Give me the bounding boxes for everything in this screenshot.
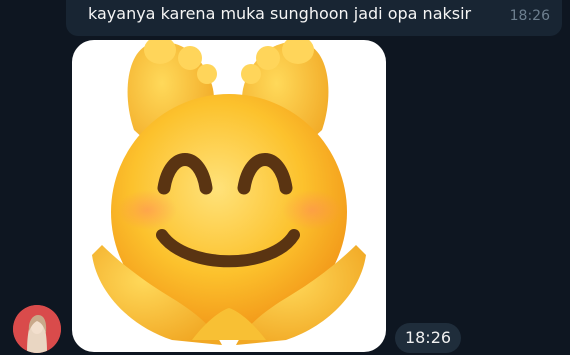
message-text: kayanya karena muka sunghoon jadi opa na… bbox=[88, 4, 472, 23]
sticker-message[interactable] bbox=[72, 40, 386, 352]
sender-avatar[interactable] bbox=[13, 305, 61, 353]
sticker-time: 18:26 bbox=[395, 323, 461, 353]
message-time: 18:26 bbox=[509, 8, 550, 24]
message-bubble[interactable]: kayanya karena muka sunghoon jadi opa na… bbox=[66, 0, 562, 36]
smiling-face-sticker-icon bbox=[92, 40, 366, 345]
user-avatar-icon bbox=[13, 305, 61, 353]
